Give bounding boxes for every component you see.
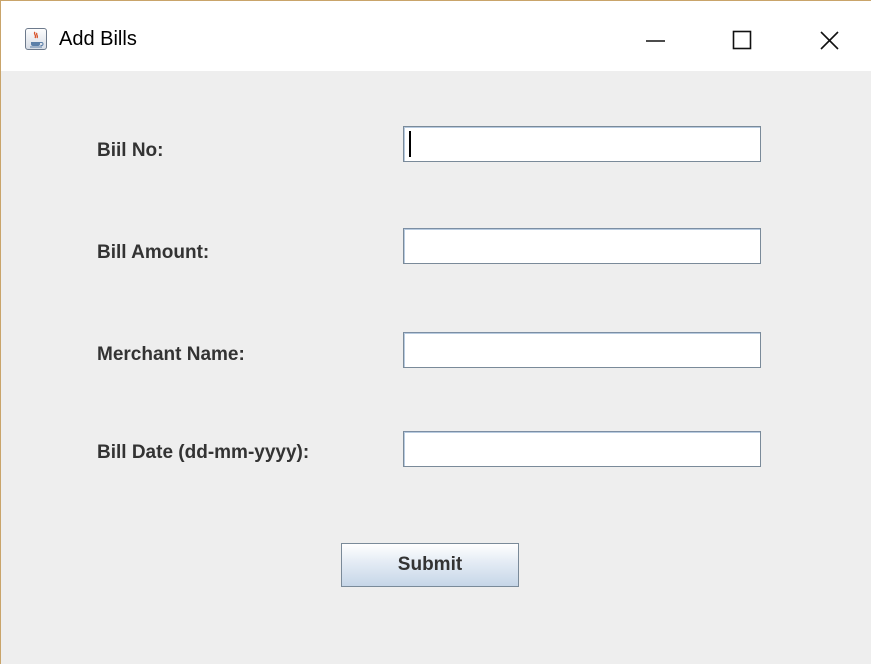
- form-panel: Biil No: Bill Amount: Merchant Name: Bil…: [1, 71, 871, 664]
- bill-amount-label: Bill Amount:: [97, 242, 210, 263]
- add-bills-window: Add Bills Biil No: Bill Amount: Merchant…: [0, 0, 871, 664]
- window-title: Add Bills: [59, 28, 137, 50]
- minimize-icon: [646, 40, 665, 42]
- bill-no-label: Biil No:: [97, 140, 164, 161]
- bill-no-input[interactable]: [403, 126, 761, 162]
- title-bar[interactable]: Add Bills: [1, 1, 871, 71]
- text-caret: [409, 131, 411, 157]
- maximize-button[interactable]: [719, 15, 765, 61]
- java-coffee-cup-icon: [25, 28, 47, 50]
- minimize-button[interactable]: [634, 15, 680, 61]
- merchant-name-label: Merchant Name:: [97, 344, 245, 365]
- bill-date-input[interactable]: [403, 431, 761, 467]
- maximize-icon: [732, 30, 752, 50]
- bill-amount-input[interactable]: [403, 228, 761, 264]
- bill-date-label: Bill Date (dd-mm-yyyy):: [97, 442, 310, 463]
- close-button[interactable]: [804, 15, 850, 61]
- merchant-name-input[interactable]: [403, 332, 761, 368]
- close-icon: [820, 31, 839, 50]
- submit-button[interactable]: Submit: [341, 543, 519, 587]
